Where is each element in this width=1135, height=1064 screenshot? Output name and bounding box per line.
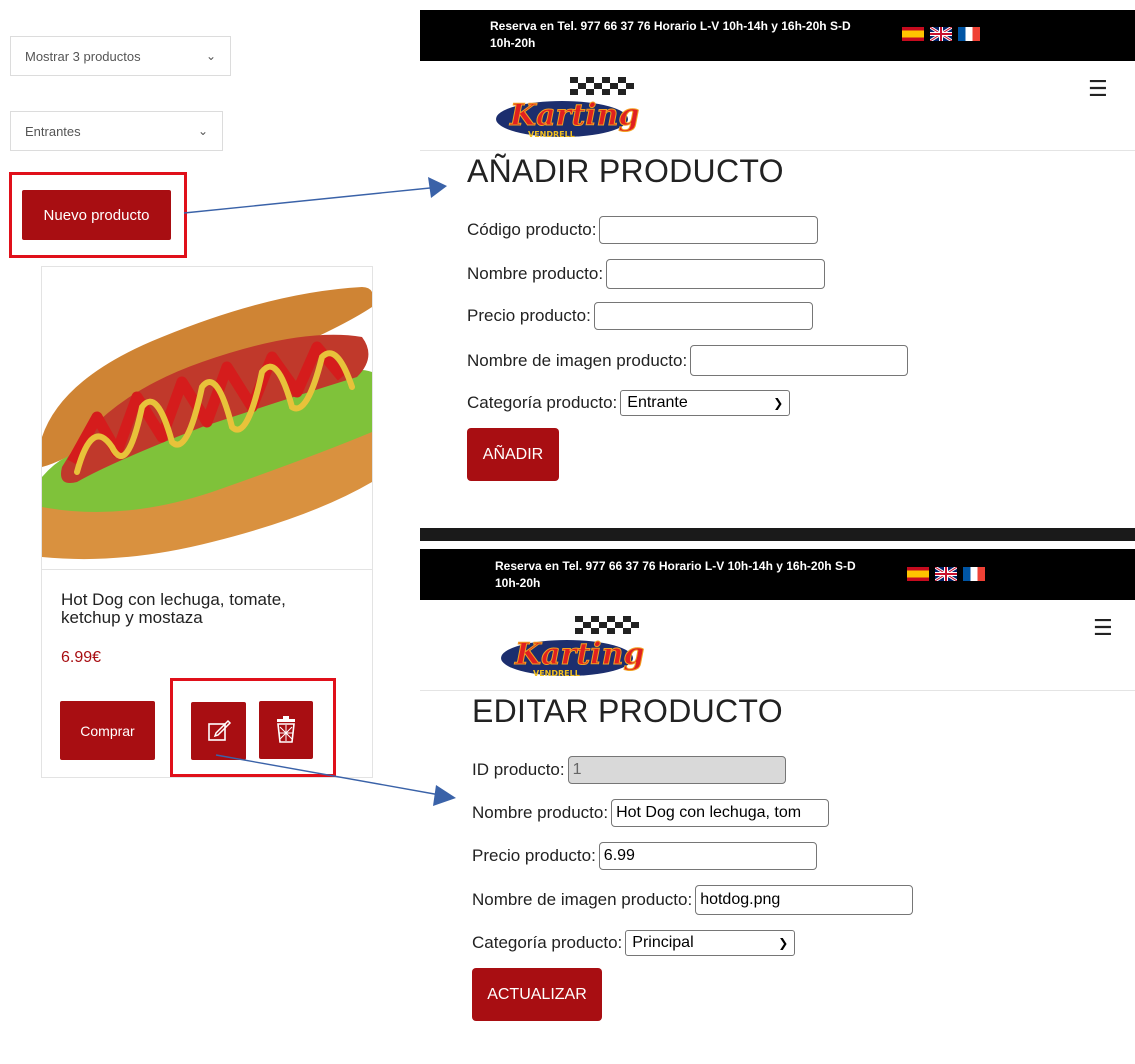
add-code-input[interactable] [599, 216, 819, 244]
french-flag-icon[interactable] [963, 567, 985, 581]
logo-subtext: VENDRELL [528, 130, 575, 139]
add-name-row: Nombre producto: [467, 259, 826, 289]
top-info-bar-2: Reserva en Tel. 977 66 37 76 Horario L-V… [420, 549, 1135, 600]
add-category-row: Categoría producto: Entrante ❯ [467, 390, 791, 416]
chevron-down-icon: ❯ [778, 936, 789, 950]
header-divider [420, 690, 1135, 691]
logo-text: Karting [509, 98, 639, 133]
add-category-value: Entrante [627, 394, 688, 411]
add-product-title: AÑADIR PRODUCTO [467, 153, 784, 189]
spanish-flag-icon[interactable] [902, 27, 924, 41]
add-image-label: Nombre de imagen producto: [467, 350, 688, 370]
karting-logo[interactable]: Karting VENDRELL [492, 75, 642, 141]
french-flag-icon[interactable] [958, 27, 980, 41]
add-category-label: Categoría producto: [467, 393, 618, 412]
reservation-text-line1: Reserva en Tel. 977 66 37 76 Horario L-V… [495, 559, 856, 573]
add-image-row: Nombre de imagen producto: [467, 345, 909, 376]
reservation-text-line1: Reserva en Tel. 977 66 37 76 Horario L-V… [490, 19, 851, 33]
edit-category-select[interactable]: Principal ❯ [625, 930, 796, 956]
edit-name-label: Nombre producto: [472, 803, 609, 822]
uk-flag-icon[interactable] [930, 27, 952, 41]
header-divider [420, 150, 1135, 151]
add-code-label: Código producto: [467, 220, 597, 239]
edit-category-label: Categoría producto: [472, 933, 623, 952]
add-category-select[interactable]: Entrante ❯ [620, 390, 791, 416]
edit-price-label: Precio producto: [472, 846, 596, 865]
edit-category-value: Principal [632, 934, 694, 951]
add-price-row: Precio producto: [467, 302, 813, 330]
reservation-text-line2: 10h-20h [490, 36, 536, 50]
spanish-flag-icon[interactable] [907, 567, 929, 581]
uk-flag-icon[interactable] [935, 567, 957, 581]
panel-separator [420, 528, 1135, 541]
edit-price-row: Precio producto: 6.99 [472, 842, 817, 870]
add-name-label: Nombre producto: [467, 264, 604, 283]
add-submit-button[interactable]: AÑADIR [467, 428, 559, 481]
reservation-text-line2: 10h-20h [495, 576, 541, 590]
add-code-row: Código producto: [467, 216, 819, 244]
edit-id-label: ID producto: [472, 760, 565, 779]
add-price-input[interactable] [593, 302, 813, 330]
hamburger-menu-icon[interactable]: ☰ [1088, 76, 1108, 102]
logo-text: Karting [514, 637, 644, 672]
add-name-input[interactable] [606, 259, 826, 289]
edit-price-input[interactable]: 6.99 [598, 842, 817, 870]
hamburger-menu-icon[interactable]: ☰ [1093, 615, 1113, 641]
top-info-bar: Reserva en Tel. 977 66 37 76 Horario L-V… [420, 10, 1135, 61]
karting-logo-2[interactable]: Karting VENDRELL [497, 614, 647, 680]
edit-name-row: Nombre producto: Hot Dog con lechuga, to… [472, 799, 830, 827]
edit-id-row: ID producto: 1 [472, 756, 786, 784]
edit-id-input: 1 [567, 756, 786, 784]
add-image-input[interactable] [690, 345, 909, 376]
edit-image-label: Nombre de imagen producto: [472, 890, 693, 909]
edit-image-input[interactable]: hotdog.png [695, 885, 914, 915]
chevron-down-icon: ❯ [773, 396, 784, 410]
add-price-label: Precio producto: [467, 306, 591, 325]
edit-category-row: Categoría producto: Principal ❯ [472, 930, 796, 956]
edit-name-input[interactable]: Hot Dog con lechuga, tom [611, 799, 830, 827]
edit-submit-button[interactable]: ACTUALIZAR [472, 968, 602, 1021]
edit-product-title: EDITAR PRODUCTO [472, 693, 783, 729]
edit-image-row: Nombre de imagen producto: hotdog.png [472, 885, 914, 915]
logo-subtext: VENDRELL [533, 669, 580, 678]
